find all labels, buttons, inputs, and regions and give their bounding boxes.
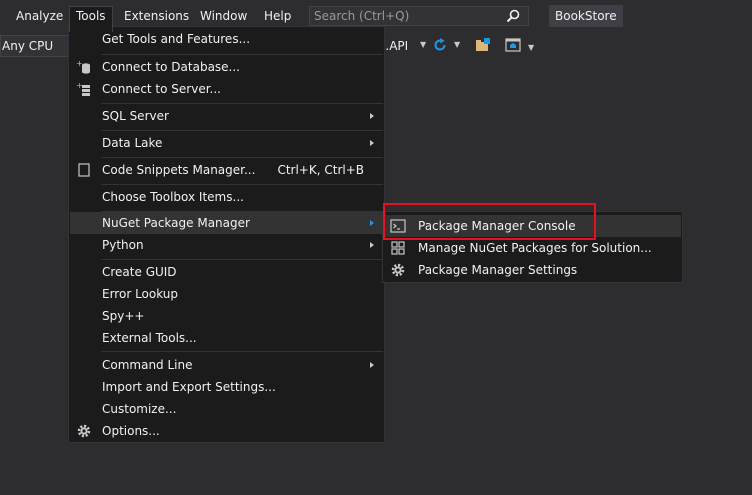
- snippet-icon: [78, 163, 90, 177]
- menu-item-spy[interactable]: Spy++: [70, 305, 384, 327]
- chevron-right-icon: [370, 362, 374, 368]
- menu-item-label: Choose Toolbox Items...: [102, 190, 244, 204]
- menu-tools[interactable]: Tools: [69, 6, 113, 32]
- menu-extensions[interactable]: Extensions: [118, 6, 195, 26]
- menu-item-label: Error Lookup: [102, 287, 179, 301]
- menu-item-nuget[interactable]: NuGet Package Manager: [70, 212, 384, 234]
- svg-text:+: +: [76, 59, 83, 68]
- menu-separator: [101, 157, 383, 158]
- menu-item-label: Connect to Database...: [102, 60, 240, 74]
- chevron-down-icon[interactable]: ▼: [420, 40, 426, 49]
- menu-item-label: Options...: [102, 424, 160, 438]
- menu-item-label: Import and Export Settings...: [102, 380, 276, 394]
- menu-item-label: Package Manager Console: [418, 219, 576, 233]
- menu-item-options[interactable]: Options...: [70, 420, 384, 442]
- menu-item-get-tools[interactable]: Get Tools and Features...: [70, 28, 384, 50]
- menu-item-label: Code Snippets Manager...: [102, 163, 256, 177]
- menu-separator: [101, 54, 383, 55]
- menu-item-label: Command Line: [102, 358, 193, 372]
- menu-item-label: Spy++: [102, 309, 145, 323]
- menu-separator: [101, 351, 383, 352]
- menu-item-label: NuGet Package Manager: [102, 216, 250, 230]
- menu-window[interactable]: Window: [194, 6, 253, 26]
- menu-item-label: Get Tools and Features...: [102, 32, 251, 46]
- menu-analyze[interactable]: Analyze: [10, 6, 69, 26]
- menu-item-choose-toolbox[interactable]: Choose Toolbox Items...: [70, 186, 384, 208]
- refresh-icon[interactable]: [432, 37, 448, 53]
- packages-icon: [391, 241, 405, 255]
- chevron-right-icon: [370, 220, 374, 226]
- menu-item-connect-server[interactable]: + Connect to Server...: [70, 78, 384, 100]
- menu-item-package-manager-settings[interactable]: Package Manager Settings: [384, 259, 681, 281]
- console-icon: [390, 219, 406, 233]
- menu-item-python[interactable]: Python: [70, 234, 384, 256]
- menu-item-customize[interactable]: Customize...: [70, 398, 384, 420]
- search-input[interactable]: [314, 7, 504, 25]
- menu-item-label: Data Lake: [102, 136, 163, 150]
- chevron-right-icon: [370, 140, 374, 146]
- menu-item-package-manager-console[interactable]: Package Manager Console: [384, 215, 681, 237]
- menu-item-code-snippets[interactable]: Code Snippets Manager... Ctrl+K, Ctrl+B: [70, 159, 384, 181]
- menu-item-manage-nuget-packages[interactable]: Manage NuGet Packages for Solution...: [384, 237, 681, 259]
- gear-icon: [77, 424, 91, 438]
- menu-item-label: Manage NuGet Packages for Solution...: [418, 241, 652, 255]
- menu-item-label: External Tools...: [102, 331, 197, 345]
- menu-separator: [101, 130, 383, 131]
- menu-item-data-lake[interactable]: Data Lake: [70, 132, 384, 154]
- menu-item-label: Connect to Server...: [102, 82, 221, 96]
- chevron-right-icon: [370, 113, 374, 119]
- svg-text:+: +: [76, 81, 83, 90]
- menu-separator: [101, 259, 383, 260]
- menu-item-label: Create GUID: [102, 265, 177, 279]
- gear-icon: [391, 263, 405, 277]
- menu-item-shortcut: Ctrl+K, Ctrl+B: [277, 163, 364, 177]
- menu-item-label: Customize...: [102, 402, 177, 416]
- menu-item-sql-server[interactable]: SQL Server: [70, 105, 384, 127]
- database-connect-icon: +: [76, 59, 90, 74]
- menu-item-connect-database[interactable]: + Connect to Database...: [70, 56, 384, 78]
- tools-menu: Get Tools and Features... + Connect to D…: [68, 26, 385, 443]
- nuget-submenu: Package Manager Console Manage NuGet Pac…: [382, 211, 683, 283]
- menu-separator: [101, 103, 383, 104]
- platform-dropdown[interactable]: Any CPU: [0, 35, 74, 57]
- menu-item-create-guid[interactable]: Create GUID: [70, 261, 384, 283]
- chevron-down-icon[interactable]: ▼: [528, 43, 534, 52]
- server-connect-icon: +: [76, 81, 90, 96]
- menu-item-error-lookup[interactable]: Error Lookup: [70, 283, 384, 305]
- menu-item-label: Package Manager Settings: [418, 263, 578, 277]
- solution-title: BookStore: [549, 5, 623, 27]
- home-window-icon[interactable]: [505, 37, 521, 53]
- folder-icon[interactable]: [475, 37, 491, 53]
- menu-help[interactable]: Help: [258, 6, 297, 26]
- menu-separator: [101, 184, 383, 185]
- menu-item-label: SQL Server: [102, 109, 169, 123]
- menu-item-command-line[interactable]: Command Line: [70, 354, 384, 376]
- chevron-down-icon[interactable]: ▼: [454, 40, 460, 49]
- menu-item-label: Python: [102, 238, 144, 252]
- search-icon[interactable]: [506, 9, 520, 23]
- chevron-right-icon: [370, 242, 374, 248]
- menu-item-external-tools[interactable]: External Tools...: [70, 327, 384, 349]
- search-box[interactable]: [309, 6, 529, 26]
- menu-item-import-export[interactable]: Import and Export Settings...: [70, 376, 384, 398]
